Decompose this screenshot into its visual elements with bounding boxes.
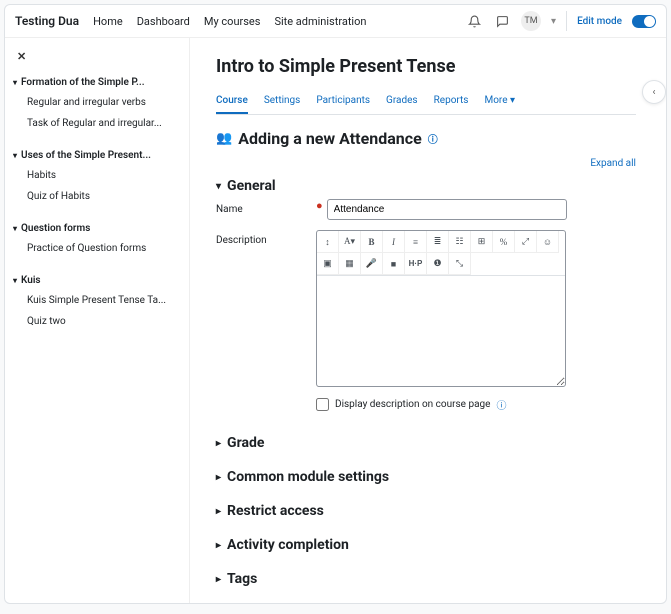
legend-grade[interactable]: ▾Grade xyxy=(216,430,636,456)
chevron-down-icon: ▾ xyxy=(13,276,17,285)
nav-dashboard[interactable]: Dashboard xyxy=(137,15,190,28)
description-label: Description xyxy=(216,230,316,246)
editor-btn[interactable]: ⊞ xyxy=(471,231,493,253)
sidebar-item[interactable]: Practice of Question forms xyxy=(13,238,181,259)
tab-more[interactable]: More ▾ xyxy=(484,89,515,114)
legend-tags[interactable]: ▾Tags xyxy=(216,566,636,592)
fieldset-general: ▾General Name ● Description ↕ A▾ B xyxy=(216,173,636,422)
display-description-label: Display description on course page xyxy=(335,399,490,410)
sidebar-item[interactable]: Habits xyxy=(13,165,181,186)
chat-icon[interactable] xyxy=(493,12,511,30)
chevron-right-icon: ▾ xyxy=(213,508,224,513)
expand-all-link[interactable]: Expand all xyxy=(216,158,636,169)
sidebar-section-1[interactable]: ▾Uses of the Simple Present... xyxy=(13,146,181,165)
sidebar-section-3[interactable]: ▾Kuis xyxy=(13,271,181,290)
chevron-down-icon: ▾ xyxy=(13,78,17,87)
name-input[interactable] xyxy=(327,199,567,220)
tab-grades[interactable]: Grades xyxy=(386,89,418,114)
nav-site-admin[interactable]: Site administration xyxy=(274,15,366,28)
page-title: Intro to Simple Present Tense xyxy=(216,56,636,77)
editor-btn-bold[interactable]: B xyxy=(361,231,383,253)
sidebar-item[interactable]: Regular and irregular verbs xyxy=(13,92,181,113)
editor-btn[interactable]: ☺ xyxy=(537,231,559,253)
sidebar-item[interactable]: Quiz of Habits xyxy=(13,186,181,207)
editor-btn-mic[interactable]: 🎤 xyxy=(361,253,383,275)
description-editor: ↕ A▾ B I ≡ ≣ ☷ ⊞ % ⤢ ☺ ▣ xyxy=(316,230,566,387)
help-icon[interactable]: ⓘ xyxy=(428,131,438,146)
legend-common-module[interactable]: ▾Common module settings xyxy=(216,464,636,490)
chevron-right-icon: ▾ xyxy=(213,542,224,547)
description-textarea[interactable] xyxy=(317,276,565,386)
sidebar-item[interactable]: Kuis Simple Present Tense Ta... xyxy=(13,290,181,311)
editor-btn-italic[interactable]: I xyxy=(383,231,405,253)
display-description-checkbox[interactable] xyxy=(316,398,329,411)
sidebar-item[interactable]: Quiz two xyxy=(13,311,181,332)
form-heading: 👥 Adding a new Attendance ⓘ xyxy=(216,129,636,148)
legend-competencies[interactable]: ▾Competencies xyxy=(216,600,636,603)
edit-mode-label: Edit mode xyxy=(577,16,622,27)
chevron-down-icon[interactable]: ▾ xyxy=(551,16,556,27)
close-icon[interactable]: ✕ xyxy=(13,48,30,65)
bell-icon[interactable] xyxy=(465,12,483,30)
legend-general[interactable]: ▾General xyxy=(216,173,636,199)
sidebar-section-2[interactable]: ▾Question forms xyxy=(13,219,181,238)
attendance-icon: 👥 xyxy=(216,131,232,146)
course-index-sidebar: ✕ ▾Formation of the Simple P... Regular … xyxy=(5,38,190,603)
main-content: ‹ Intro to Simple Present Tense Course S… xyxy=(190,38,666,603)
nav-my-courses[interactable]: My courses xyxy=(204,15,261,28)
avatar[interactable]: TM xyxy=(521,11,541,31)
tab-course[interactable]: Course xyxy=(216,89,248,114)
editor-btn[interactable]: ⤡ xyxy=(449,253,471,275)
legend-restrict-access[interactable]: ▾Restrict access xyxy=(216,498,636,524)
tab-reports[interactable]: Reports xyxy=(434,89,469,114)
sidebar-section-0[interactable]: ▾Formation of the Simple P... xyxy=(13,73,181,92)
editor-btn[interactable]: ❶ xyxy=(427,253,449,275)
chevron-down-icon: ▾ xyxy=(13,224,17,233)
legend-activity-completion[interactable]: ▾Activity completion xyxy=(216,532,636,558)
topbar: Testing Dua Home Dashboard My courses Si… xyxy=(5,5,666,38)
brand[interactable]: Testing Dua xyxy=(15,14,79,28)
editor-btn[interactable]: ≡ xyxy=(405,231,427,253)
editor-btn[interactable]: ▦ xyxy=(339,253,361,275)
course-tabs: Course Settings Participants Grades Repo… xyxy=(216,89,636,115)
help-icon[interactable]: ⓘ xyxy=(496,397,506,412)
chevron-right-icon: ▾ xyxy=(213,576,224,581)
chevron-down-icon: ▾ xyxy=(216,181,221,192)
editor-btn[interactable]: ≣ xyxy=(427,231,449,253)
editor-btn-link[interactable]: % xyxy=(493,231,515,253)
editor-btn[interactable]: ⤢ xyxy=(515,231,537,253)
tab-participants[interactable]: Participants xyxy=(316,89,370,114)
editor-btn[interactable]: ▣ xyxy=(317,253,339,275)
drawer-toggle-icon[interactable]: ‹ xyxy=(642,80,666,104)
required-icon: ● xyxy=(316,199,323,212)
sidebar-item[interactable]: Task of Regular and irregular... xyxy=(13,113,181,134)
tab-settings[interactable]: Settings xyxy=(264,89,301,114)
name-label: Name xyxy=(216,199,316,215)
editor-btn[interactable]: A▾ xyxy=(339,231,361,253)
editor-btn[interactable]: ↕ xyxy=(317,231,339,253)
chevron-down-icon: ▾ xyxy=(13,151,17,160)
editor-btn-h5p[interactable]: H·P xyxy=(405,253,427,275)
chevron-right-icon: ▾ xyxy=(213,474,224,479)
nav-home[interactable]: Home xyxy=(93,15,123,28)
editor-btn[interactable]: ■ xyxy=(383,253,405,275)
editor-btn[interactable]: ☷ xyxy=(449,231,471,253)
chevron-right-icon: ▾ xyxy=(213,440,224,445)
edit-mode-toggle[interactable] xyxy=(632,15,656,28)
